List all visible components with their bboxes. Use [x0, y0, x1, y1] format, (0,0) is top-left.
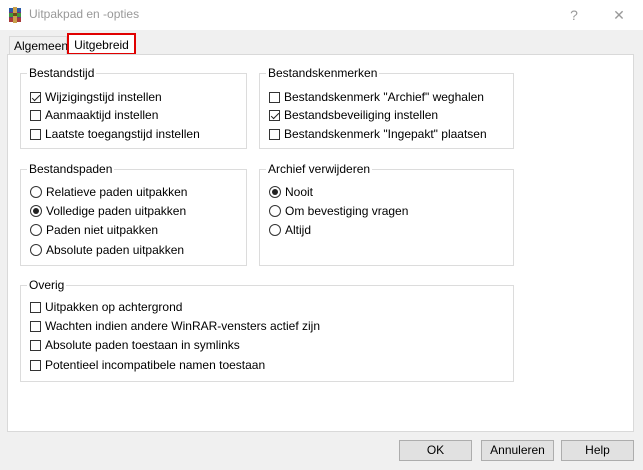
- option-incompatible-names[interactable]: Potentieel incompatibele namen toestaan: [30, 357, 265, 373]
- tab-general[interactable]: Algemeen: [9, 36, 68, 55]
- option-label: Bestandskenmerk "Ingepakt" plaatsen: [284, 127, 487, 141]
- checkbox[interactable]: [30, 301, 41, 313]
- option-set-file-security[interactable]: Bestandsbeveiliging instellen: [269, 107, 438, 123]
- option-label: Wachten indien andere WinRAR-vensters ac…: [45, 319, 321, 333]
- option-label: Relatieve paden uitpakken: [46, 185, 188, 199]
- option-relative-paths[interactable]: Relatieve paden uitpakken: [30, 184, 187, 200]
- tab-advanced[interactable]: Uitgebreid: [67, 33, 136, 55]
- checkbox[interactable]: [30, 339, 41, 351]
- radio-button[interactable]: [30, 186, 42, 198]
- radio-button[interactable]: [30, 205, 42, 217]
- option-creation-time[interactable]: Aanmaaktijd instellen: [30, 107, 158, 123]
- ok-button[interactable]: OK: [399, 440, 472, 461]
- option-delete-always[interactable]: Altijd: [269, 222, 311, 238]
- option-wait-other-windows[interactable]: Wachten indien andere WinRAR-vensters ac…: [30, 318, 320, 334]
- group-title: Bestandskenmerken: [268, 66, 378, 80]
- option-label: Om bevestiging vragen: [285, 204, 409, 218]
- radio-button[interactable]: [30, 244, 42, 256]
- help-button[interactable]: Help: [561, 440, 634, 461]
- option-extract-background[interactable]: Uitpakken op achtergrond: [30, 299, 182, 315]
- option-clear-archive-attr[interactable]: Bestandskenmerk "Archief" weghalen: [269, 89, 484, 105]
- option-label: Altijd: [285, 223, 312, 237]
- option-label: Paden niet uitpakken: [46, 223, 159, 237]
- option-full-paths[interactable]: Volledige paden uitpakken: [30, 203, 186, 219]
- option-label: Wijzigingstijd instellen: [45, 90, 162, 104]
- option-label: Volledige paden uitpakken: [46, 204, 187, 218]
- title-bar: Uitpakpad en -opties ? ✕: [0, 0, 643, 30]
- checkbox[interactable]: [30, 109, 41, 121]
- group-title: Bestandspaden: [29, 162, 113, 176]
- option-absolute-paths[interactable]: Absolute paden uitpakken: [30, 242, 184, 258]
- radio-button[interactable]: [269, 186, 281, 198]
- option-set-compressed-attr[interactable]: Bestandskenmerk "Ingepakt" plaatsen: [269, 126, 487, 142]
- radio-button[interactable]: [30, 224, 42, 236]
- group-title: Archief verwijderen: [268, 162, 371, 176]
- window-title: Uitpakpad en -opties: [29, 7, 140, 21]
- option-absolute-symlinks[interactable]: Absolute paden toestaan in symlinks: [30, 337, 240, 353]
- winrar-icon: [9, 7, 21, 23]
- radio-button[interactable]: [269, 205, 281, 217]
- option-label: Nooit: [285, 185, 314, 199]
- group-title: Bestandstijd: [29, 66, 95, 80]
- cancel-button[interactable]: Annuleren: [481, 440, 554, 461]
- option-no-paths[interactable]: Paden niet uitpakken: [30, 222, 158, 238]
- close-icon[interactable]: ✕: [609, 5, 629, 25]
- option-delete-ask[interactable]: Om bevestiging vragen: [269, 203, 408, 219]
- group-title: Overig: [29, 278, 65, 292]
- option-label: Bestandsbeveiliging instellen: [284, 108, 439, 122]
- option-label: Absolute paden toestaan in symlinks: [45, 338, 240, 352]
- checkbox[interactable]: [30, 320, 41, 332]
- option-modification-time[interactable]: Wijzigingstijd instellen: [30, 89, 162, 105]
- option-label: Uitpakken op achtergrond: [45, 300, 183, 314]
- option-label: Absolute paden uitpakken: [46, 243, 185, 257]
- option-delete-never[interactable]: Nooit: [269, 184, 313, 200]
- option-label: Aanmaaktijd instellen: [45, 108, 159, 122]
- option-label: Potentieel incompatibele namen toestaan: [45, 358, 266, 372]
- help-icon[interactable]: ?: [564, 5, 584, 25]
- checkbox[interactable]: [269, 128, 280, 140]
- radio-button[interactable]: [269, 224, 281, 236]
- option-last-access-time[interactable]: Laatste toegangstijd instellen: [30, 126, 200, 142]
- checkbox[interactable]: [30, 128, 41, 140]
- checkbox[interactable]: [30, 359, 41, 371]
- option-label: Laatste toegangstijd instellen: [45, 127, 200, 141]
- checkbox[interactable]: [269, 91, 280, 103]
- option-label: Bestandskenmerk "Archief" weghalen: [284, 90, 484, 104]
- checkbox[interactable]: [269, 109, 280, 121]
- checkbox[interactable]: [30, 91, 41, 103]
